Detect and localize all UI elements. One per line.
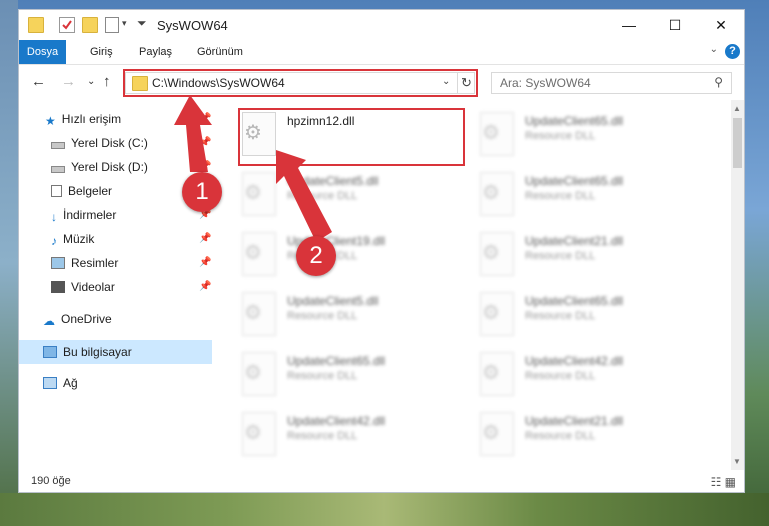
arrow-two: [276, 150, 332, 242]
callout-one: 1: [182, 172, 222, 212]
arrow-one: [174, 95, 212, 172]
callout-two: 2: [296, 236, 336, 276]
annotation-arrows: [174, 95, 332, 242]
